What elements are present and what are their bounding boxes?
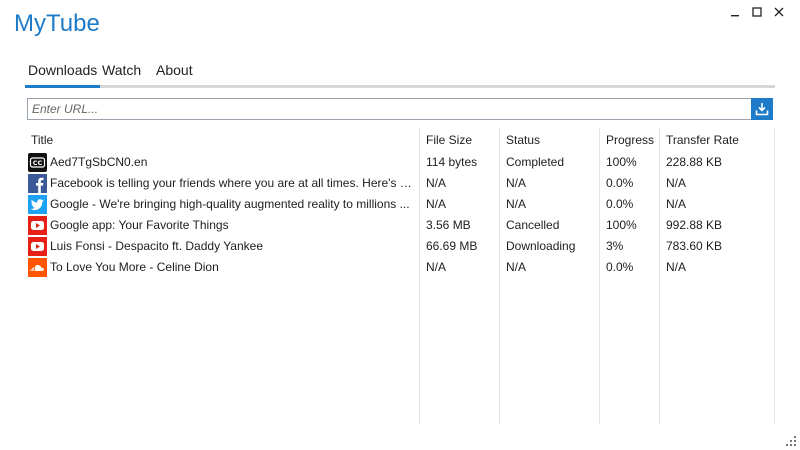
row-status: N/A — [506, 197, 527, 211]
youtube-icon — [28, 237, 47, 256]
row-file-size: 66.69 MB — [426, 239, 478, 253]
row-status: Downloading — [506, 239, 576, 253]
tab-underline-track — [25, 85, 775, 88]
row-title: Aed7TgSbCN0.en — [50, 155, 148, 169]
row-file-size: N/A — [426, 197, 447, 211]
maximize-icon — [752, 7, 762, 17]
table-row[interactable]: To Love You More - Celine Dion N/A N/A 0… — [27, 257, 775, 278]
row-file-size: N/A — [426, 260, 447, 274]
download-button[interactable] — [751, 98, 773, 120]
row-status: Cancelled — [506, 218, 560, 232]
row-status: N/A — [506, 260, 527, 274]
close-button[interactable] — [768, 2, 790, 22]
row-title: To Love You More - Celine Dion — [50, 260, 219, 274]
soundcloud-icon — [28, 258, 47, 277]
tab-downloads[interactable]: Downloads — [28, 62, 97, 78]
row-transfer-rate: 783.60 KB — [666, 239, 723, 253]
tab-active-indicator — [25, 85, 100, 88]
row-file-size: 114 bytes — [426, 155, 478, 169]
row-transfer-rate: N/A — [666, 260, 687, 274]
url-input[interactable] — [28, 99, 756, 119]
youtube-icon — [28, 216, 47, 235]
row-status: Completed — [506, 155, 565, 169]
row-transfer-rate: 228.88 KB — [666, 155, 723, 169]
column-header-status[interactable]: Status — [506, 133, 540, 147]
row-progress: 100% — [606, 218, 637, 232]
row-status: N/A — [506, 176, 527, 190]
url-bar — [27, 98, 773, 120]
svg-text:CC: CC — [33, 159, 43, 167]
tab-watch[interactable]: Watch — [102, 62, 141, 78]
resize-grip-icon[interactable] — [785, 435, 797, 447]
downloads-table: Title File Size Status Progress Transfer… — [27, 128, 775, 424]
closed-caption-icon: CC — [28, 153, 47, 172]
row-progress: 0.0% — [606, 176, 634, 190]
close-icon — [774, 7, 784, 17]
row-progress: 0.0% — [606, 260, 634, 274]
row-title: Google app: Your Favorite Things — [50, 218, 229, 232]
row-file-size: 3.56 MB — [426, 218, 471, 232]
table-row[interactable]: Facebook is telling your friends where y… — [27, 173, 775, 194]
column-header-title[interactable]: Title — [31, 133, 53, 147]
row-progress: 0.0% — [606, 197, 634, 211]
row-transfer-rate: 992.88 KB — [666, 218, 723, 232]
download-icon — [755, 103, 769, 116]
table-row[interactable]: Luis Fonsi - Despacito ft. Daddy Yankee … — [27, 236, 775, 257]
facebook-icon — [28, 174, 47, 193]
row-transfer-rate: N/A — [666, 197, 687, 211]
maximize-button[interactable] — [746, 2, 768, 22]
minimize-button[interactable] — [724, 2, 746, 22]
row-file-size: N/A — [426, 176, 447, 190]
tab-bar: Downloads Watch About — [25, 60, 775, 88]
app-title: MyTube — [14, 10, 100, 37]
row-title: Facebook is telling your friends where y… — [50, 176, 415, 190]
table-row[interactable]: CC Aed7TgSbCN0.en 114 bytes Completed 10… — [27, 152, 775, 173]
window-controls — [724, 2, 790, 22]
table-row[interactable]: Google - We're bringing high-quality aug… — [27, 194, 775, 215]
row-title: Luis Fonsi - Despacito ft. Daddy Yankee — [50, 239, 263, 253]
column-header-file-size[interactable]: File Size — [426, 133, 472, 147]
column-header-progress[interactable]: Progress — [606, 133, 654, 147]
column-header-transfer-rate[interactable]: Transfer Rate — [666, 133, 739, 147]
row-progress: 100% — [606, 155, 637, 169]
table-row[interactable]: Google app: Your Favorite Things 3.56 MB… — [27, 215, 775, 236]
minimize-icon — [731, 15, 739, 17]
tab-about[interactable]: About — [156, 62, 193, 78]
row-transfer-rate: N/A — [666, 176, 687, 190]
row-progress: 3% — [606, 239, 624, 253]
row-title: Google - We're bringing high-quality aug… — [50, 197, 410, 211]
twitter-icon — [28, 195, 47, 214]
